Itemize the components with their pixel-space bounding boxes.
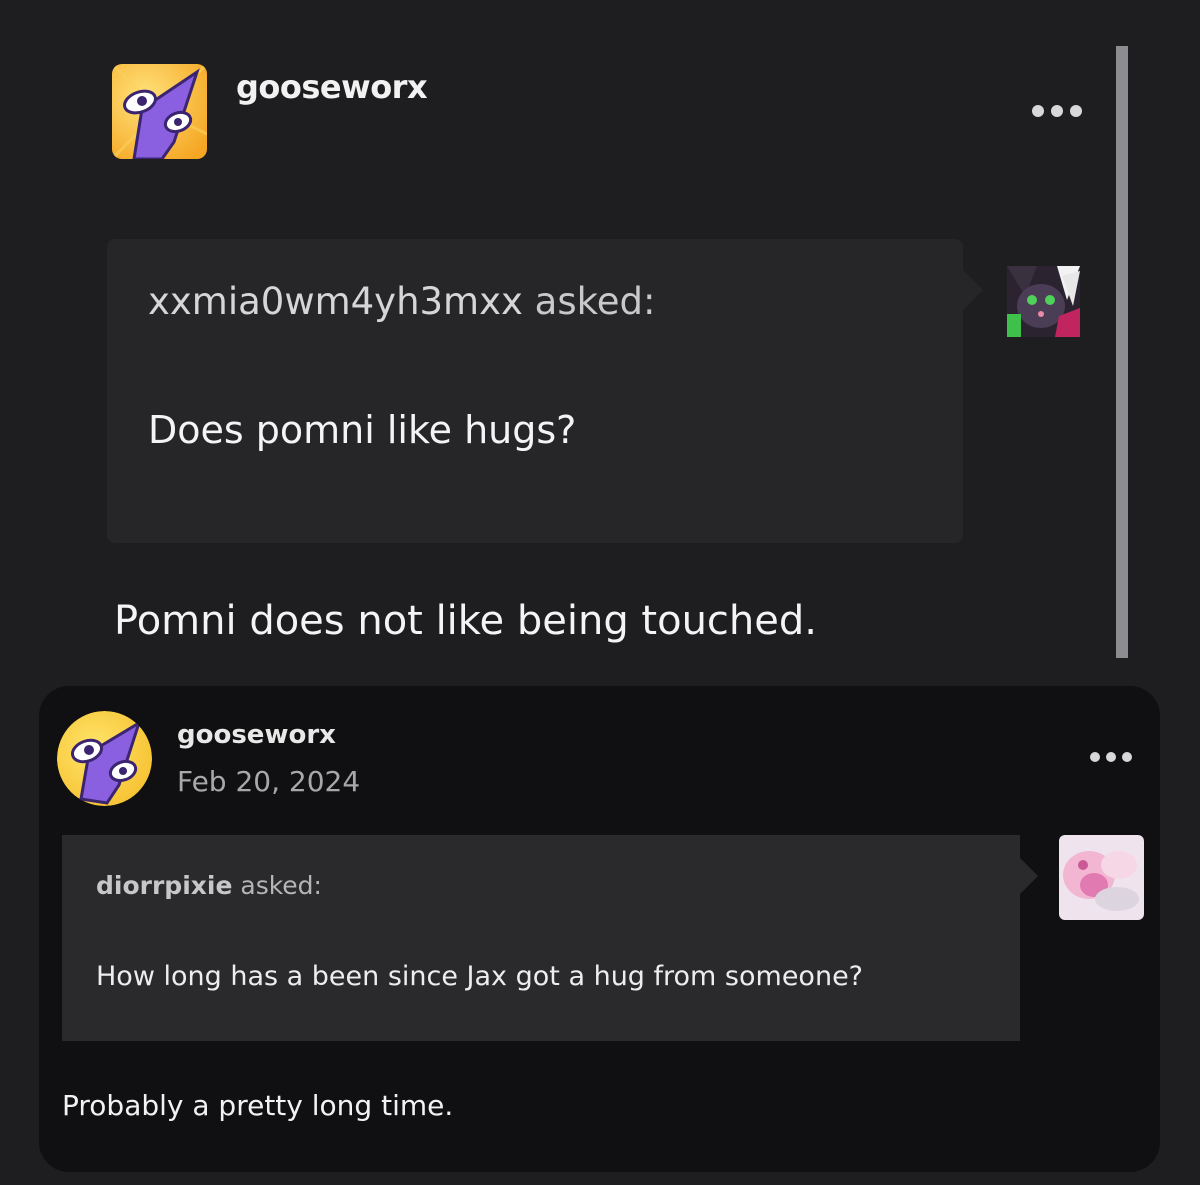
asker-avatar[interactable] — [1007, 266, 1080, 337]
ask-header: diorrpixie asked: — [96, 871, 322, 900]
ask-box-pointer — [963, 270, 983, 310]
post-answer: Pomni does not like being touched. — [114, 598, 817, 644]
asker-name[interactable]: xxmia0wm4yh3mxx — [148, 280, 523, 323]
avatar-image — [112, 64, 207, 159]
reblog-trail-bar — [1116, 46, 1128, 658]
ask-box — [62, 835, 1020, 1041]
ask-header: xxmia0wm4yh3mxx asked: — [148, 280, 655, 323]
asked-label: asked: — [534, 280, 656, 323]
asker-avatar[interactable] — [1059, 835, 1144, 920]
user-avatar[interactable] — [57, 711, 152, 806]
more-horizontal-icon[interactable] — [1089, 751, 1133, 763]
ask-question: How long has a been since Jax got a hug … — [96, 961, 864, 992]
more-horizontal-icon[interactable] — [1031, 104, 1083, 118]
asker-name[interactable]: diorrpixie — [96, 871, 232, 900]
asker-avatar-image — [1007, 266, 1080, 337]
username[interactable]: gooseworx — [177, 720, 336, 750]
post-date[interactable]: Feb 20, 2024 — [177, 765, 360, 798]
asked-label: asked: — [240, 871, 322, 900]
asker-avatar-image — [1059, 835, 1144, 920]
ask-question: Does pomni like hugs? — [148, 408, 577, 452]
post-1: gooseworx xxmia0wm4yh3mxx asked: Does po… — [0, 0, 1200, 680]
username[interactable]: gooseworx — [236, 68, 428, 106]
user-avatar[interactable] — [112, 64, 207, 159]
post-answer: Probably a pretty long time. — [62, 1089, 454, 1122]
ask-box-pointer — [1020, 858, 1038, 894]
avatar-image — [57, 711, 152, 806]
